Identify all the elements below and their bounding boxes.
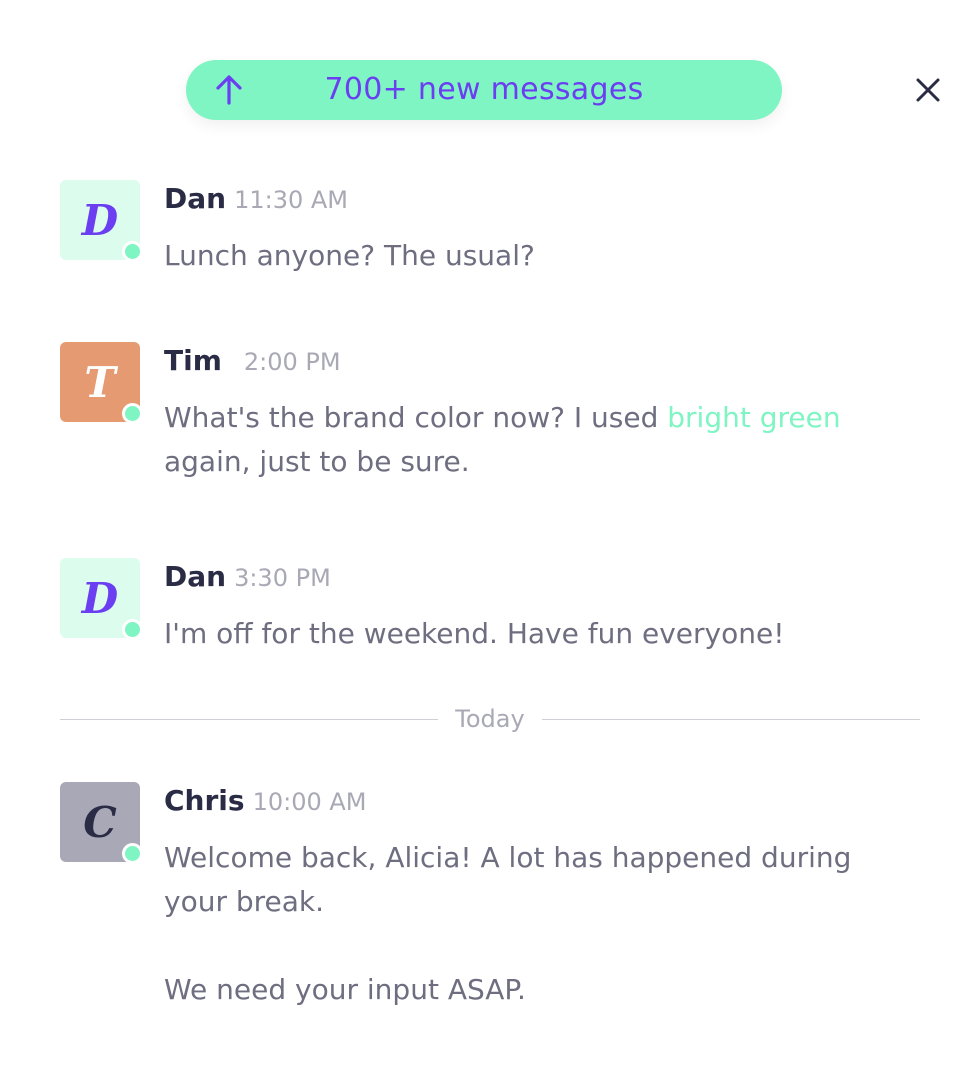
message-text: What's the brand color now? I used brigh…	[164, 396, 904, 484]
message-text: Lunch anyone? The usual?	[164, 234, 904, 278]
message-time: 2:00 PM	[243, 348, 341, 376]
message-header: Dan 11:30 AM	[164, 182, 348, 215]
arrow-up-icon[interactable]	[212, 73, 246, 111]
divider-line	[60, 719, 438, 720]
message-text: Welcome back, Alicia! A lot has happened…	[164, 836, 884, 1012]
message-paragraph: What's the brand color now? I used brigh…	[164, 396, 904, 484]
author-name[interactable]: Dan	[164, 182, 226, 215]
message-paragraph: We need your input ASAP.	[164, 973, 526, 1006]
new-messages-banner[interactable]: 700+ new messages	[186, 60, 940, 120]
message-text-start: What's the brand color now? I used	[164, 401, 668, 434]
close-icon[interactable]	[914, 60, 946, 120]
message-text: I'm off for the weekend. Have fun everyo…	[164, 612, 904, 656]
new-messages-label[interactable]: 700+ new messages	[186, 60, 782, 120]
date-divider-label: Today	[455, 705, 525, 733]
author-name[interactable]: Dan	[164, 560, 226, 593]
author-name[interactable]: Chris	[164, 784, 245, 817]
message-header: Tim 2:00 PM	[164, 344, 341, 377]
divider-line	[542, 719, 920, 720]
message-time: 3:30 PM	[234, 564, 331, 592]
message-text-end: again, just to be sure.	[164, 445, 470, 478]
message-paragraph: I'm off for the weekend. Have fun everyo…	[164, 617, 785, 650]
online-status-indicator	[122, 403, 143, 424]
online-status-indicator	[122, 241, 143, 262]
message-header: Chris 10:00 AM	[164, 784, 366, 817]
message-header: Dan 3:30 PM	[164, 560, 331, 593]
message-time: 10:00 AM	[252, 788, 367, 816]
message-paragraph: Lunch anyone? The usual?	[164, 239, 535, 272]
date-divider: Today	[60, 704, 920, 734]
online-status-indicator	[122, 619, 143, 640]
message-time: 11:30 AM	[234, 186, 348, 214]
online-status-indicator	[122, 843, 143, 864]
message-paragraph: Welcome back, Alicia! A lot has happened…	[164, 841, 852, 918]
author-name[interactable]: Tim	[164, 344, 222, 377]
highlighted-text: bright green	[667, 401, 841, 434]
